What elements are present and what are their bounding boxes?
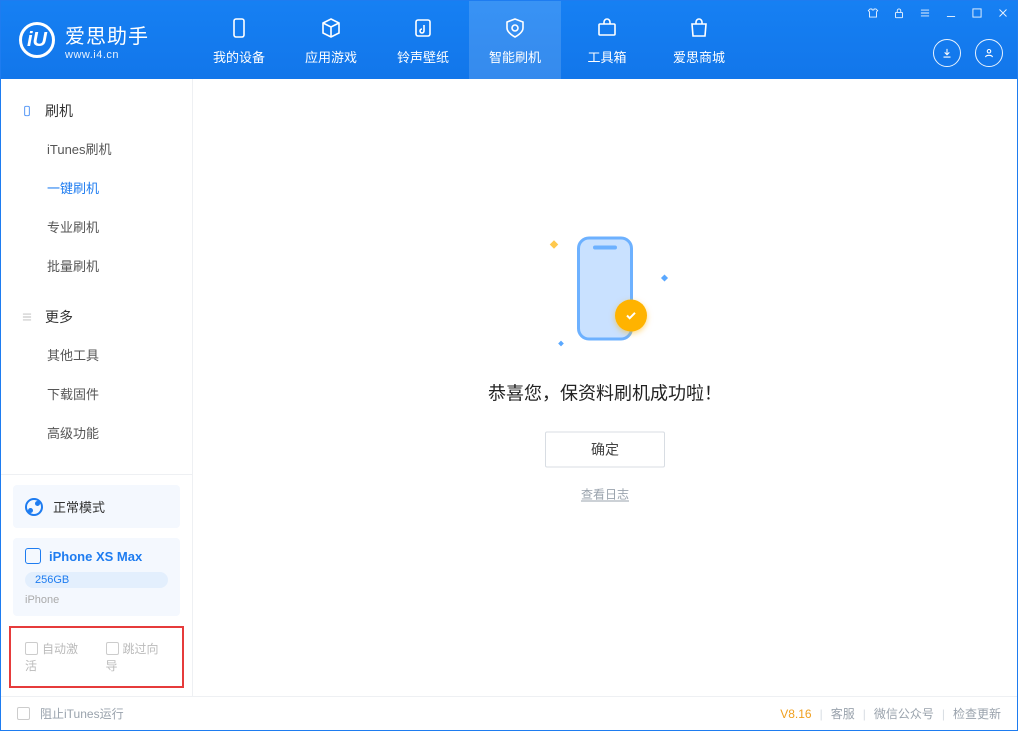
- device-storage-badge: 256GB: [25, 572, 168, 588]
- device-name: iPhone XS Max: [49, 549, 142, 564]
- window-controls: [865, 5, 1011, 21]
- skip-guide-checkbox[interactable]: 跳过向导: [106, 640, 169, 674]
- header: iU 爱思助手 www.i4.cn 我的设备 应用游戏 铃声壁纸 智能刷机: [1, 1, 1017, 79]
- sidebar-item-itunes-flash[interactable]: iTunes刷机: [1, 129, 192, 168]
- close-icon[interactable]: [995, 5, 1011, 21]
- logo-block: iU 爱思助手 www.i4.cn: [1, 1, 193, 79]
- tab-apps-games[interactable]: 应用游戏: [285, 1, 377, 79]
- support-link[interactable]: 客服: [831, 705, 855, 722]
- app-url: www.i4.cn: [65, 49, 149, 61]
- list-icon: [19, 309, 35, 325]
- footer: 阻止iTunes运行 V8.16 | 客服 | 微信公众号 | 检查更新: [1, 696, 1017, 730]
- tab-label: 智能刷机: [489, 47, 541, 66]
- check-update-link[interactable]: 检查更新: [953, 705, 1001, 722]
- phone-success-illustration: [525, 223, 685, 353]
- device-card[interactable]: iPhone XS Max 256GB iPhone: [13, 538, 180, 616]
- header-actions: [933, 39, 1003, 67]
- sparkle-icon: [558, 340, 564, 346]
- ok-button[interactable]: 确定: [545, 431, 665, 467]
- music-note-icon: [410, 15, 436, 41]
- logo-icon: iU: [19, 22, 55, 58]
- app-name: 爱思助手: [65, 20, 149, 49]
- sidebar-item-pro-flash[interactable]: 专业刷机: [1, 207, 192, 246]
- tab-label: 应用游戏: [305, 47, 357, 66]
- device-icon: [25, 548, 41, 564]
- tab-label: 爱思商城: [673, 47, 725, 66]
- view-log-link[interactable]: 查看日志: [581, 485, 629, 502]
- minimize-icon[interactable]: [943, 5, 959, 21]
- sparkle-icon: [661, 274, 668, 281]
- tab-label: 我的设备: [213, 47, 265, 66]
- success-panel: 恭喜您，保资料刷机成功啦！ 确定 查看日志: [488, 223, 722, 502]
- mode-label: 正常模式: [53, 497, 105, 516]
- tab-label: 铃声壁纸: [397, 47, 449, 66]
- tab-smart-flash[interactable]: 智能刷机: [469, 1, 561, 79]
- menu-icon[interactable]: [917, 5, 933, 21]
- refresh-shield-icon: [502, 15, 528, 41]
- shopping-bag-icon: [686, 15, 712, 41]
- main-content: 恭喜您，保资料刷机成功啦！ 确定 查看日志: [193, 79, 1017, 696]
- tab-store[interactable]: 爱思商城: [653, 1, 745, 79]
- success-message: 恭喜您，保资料刷机成功啦！: [488, 379, 722, 405]
- sidebar-item-download-firmware[interactable]: 下载固件: [1, 374, 192, 413]
- maximize-icon[interactable]: [969, 5, 985, 21]
- download-button[interactable]: [933, 39, 961, 67]
- flash-options-highlight: 自动激活 跳过向导: [9, 626, 184, 688]
- device-icon: [226, 15, 252, 41]
- cube-icon: [318, 15, 344, 41]
- block-itunes-checkbox[interactable]: 阻止iTunes运行: [17, 705, 124, 722]
- sidebar-group-label: 刷机: [45, 101, 73, 121]
- mode-icon: [25, 498, 43, 516]
- auto-activate-checkbox[interactable]: 自动激活: [25, 640, 88, 674]
- sidebar-item-oneclick-flash[interactable]: 一键刷机: [1, 168, 192, 207]
- phone-icon: [19, 103, 35, 119]
- logo-text: 爱思助手 www.i4.cn: [65, 20, 149, 61]
- sidebar-group-flash: 刷机: [1, 93, 192, 129]
- sidebar-item-other-tools[interactable]: 其他工具: [1, 335, 192, 374]
- device-type: iPhone: [25, 594, 168, 606]
- version-label: V8.16: [780, 707, 811, 721]
- top-tabs: 我的设备 应用游戏 铃声壁纸 智能刷机 工具箱 爱思商城: [193, 1, 745, 79]
- tab-label: 工具箱: [587, 47, 626, 66]
- sidebar-item-advanced[interactable]: 高级功能: [1, 413, 192, 452]
- sidebar-item-batch-flash[interactable]: 批量刷机: [1, 246, 192, 285]
- tab-toolbox[interactable]: 工具箱: [561, 1, 653, 79]
- body: 刷机 iTunes刷机 一键刷机 专业刷机 批量刷机 更多 其他工具 下载固件 …: [1, 79, 1017, 696]
- wechat-link[interactable]: 微信公众号: [874, 705, 934, 722]
- success-check-icon: [615, 299, 647, 331]
- tab-ringtone-wallpaper[interactable]: 铃声壁纸: [377, 1, 469, 79]
- toolbox-icon: [594, 15, 620, 41]
- mode-card[interactable]: 正常模式: [13, 485, 180, 528]
- lock-icon[interactable]: [891, 5, 907, 21]
- account-button[interactable]: [975, 39, 1003, 67]
- app-window: iU 爱思助手 www.i4.cn 我的设备 应用游戏 铃声壁纸 智能刷机: [0, 0, 1018, 731]
- sidebar-bottom: 正常模式 iPhone XS Max 256GB iPhone 自动激活 跳过向…: [1, 474, 192, 696]
- sidebar: 刷机 iTunes刷机 一键刷机 专业刷机 批量刷机 更多 其他工具 下载固件 …: [1, 79, 193, 696]
- sparkle-icon: [550, 240, 558, 248]
- sidebar-group-more: 更多: [1, 299, 192, 335]
- sidebar-scroll: 刷机 iTunes刷机 一键刷机 专业刷机 批量刷机 更多 其他工具 下载固件 …: [1, 79, 192, 474]
- sidebar-group-label: 更多: [45, 307, 73, 327]
- tshirt-icon[interactable]: [865, 5, 881, 21]
- tab-my-device[interactable]: 我的设备: [193, 1, 285, 79]
